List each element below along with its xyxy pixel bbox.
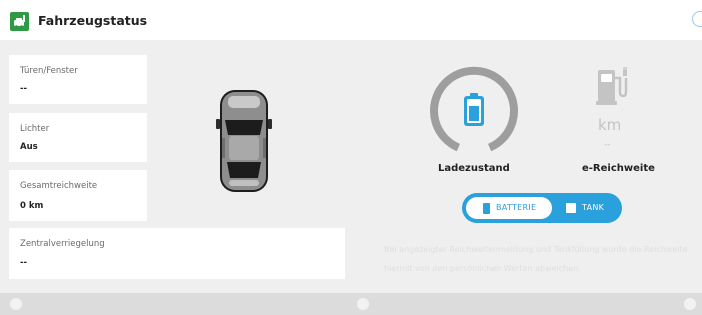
car-status-icon: [10, 12, 29, 31]
lights-label: Lichter: [20, 124, 50, 134]
range-value: --: [604, 140, 611, 150]
app-header: Fahrzeugstatus: [0, 0, 702, 40]
total-range-label: Gesamtreichweite: [20, 181, 98, 191]
lights-value: Aus: [20, 142, 38, 152]
status-card-total-range: Gesamtreichweite 0 km: [9, 170, 147, 221]
total-range-value: 0 km: [20, 201, 44, 211]
doors-value: --: [20, 84, 28, 94]
range-label: e-Reichweite: [582, 163, 655, 174]
doors-label: Türen/Fenster: [20, 66, 78, 76]
status-card-doors: Türen/Fenster --: [9, 55, 147, 104]
info-icon[interactable]: [692, 11, 702, 27]
tank-mode-label: TANK: [582, 203, 605, 212]
info-icon[interactable]: [10, 298, 22, 310]
status-card-lights: Lichter Aus: [9, 113, 147, 162]
battery-icon: [464, 93, 484, 126]
disclaimer-line-2: hiermit von den persönlichen Werten abwe…: [384, 264, 581, 273]
car-top-view-image: [214, 86, 274, 196]
charge-label: Ladezustand: [438, 163, 510, 174]
battery-mode-label: BATTERIE: [496, 203, 537, 212]
charge-gauge: [426, 62, 522, 158]
central-lock-value: --: [20, 258, 28, 268]
status-card-central-lock: Zentralverriegelung --: [9, 228, 345, 279]
tank-small-icon: [566, 203, 576, 213]
battery-small-icon: [483, 203, 490, 214]
range-disclaimer: Bei angezeigter Reichweitenmeldung und T…: [384, 240, 702, 278]
disclaimer-line-1: Bei angezeigter Reichweitenmeldung und T…: [384, 245, 688, 254]
central-lock-label: Zentralverriegelung: [20, 239, 105, 249]
fuel-pump-icon: [596, 66, 630, 106]
bottom-toolbar: [0, 293, 702, 315]
range-unit: km: [598, 116, 622, 134]
page-title: Fahrzeugstatus: [38, 13, 148, 28]
star-icon[interactable]: [684, 298, 696, 310]
battery-mode-button[interactable]: BATTERIE: [466, 197, 552, 219]
tank-mode-button[interactable]: TANK: [558, 197, 618, 219]
energy-mode-toggle[interactable]: BATTERIE TANK: [462, 193, 622, 223]
refresh-icon[interactable]: [357, 298, 369, 310]
